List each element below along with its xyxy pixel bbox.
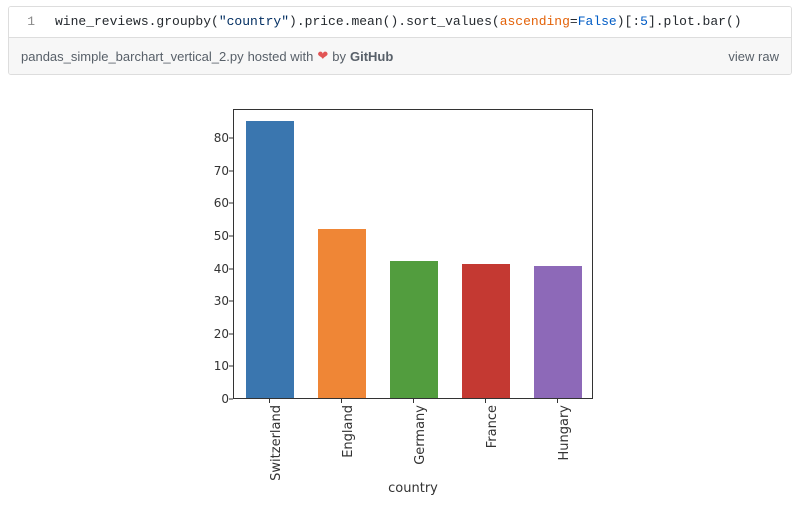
gist-meta-left: pandas_simple_barchart_vertical_2.py hos… bbox=[21, 48, 393, 64]
x-tick-label: Germany bbox=[413, 405, 428, 465]
x-tick-mark bbox=[485, 399, 486, 403]
x-tick-label: Switzerland bbox=[269, 405, 284, 481]
y-tick-mark bbox=[229, 268, 233, 269]
code-token-kwarg: ascending bbox=[500, 14, 570, 29]
x-tick-mark bbox=[413, 399, 414, 403]
code-token-string: "country" bbox=[219, 14, 289, 29]
heart-icon: ❤ bbox=[317, 48, 328, 64]
line-number: 1 bbox=[9, 7, 45, 37]
x-axis-label: country bbox=[233, 481, 593, 496]
x-tick-mark bbox=[269, 399, 270, 403]
bar bbox=[462, 264, 511, 398]
code-token-number: 5 bbox=[640, 14, 648, 29]
y-tick-label: 80 bbox=[185, 131, 229, 145]
y-tick-mark bbox=[229, 366, 233, 367]
bar bbox=[246, 121, 295, 398]
bar-chart: country 0 10 20 30 40 50 60 70 80 Switzerland Engl… bbox=[185, 103, 615, 523]
code-row: 1 wine_reviews.groupby("country").price.… bbox=[9, 7, 791, 37]
y-tick-label: 60 bbox=[185, 196, 229, 210]
gist-by: by bbox=[332, 49, 346, 64]
bar bbox=[534, 266, 583, 398]
y-tick-label: 40 bbox=[185, 262, 229, 276]
x-tick-label: France bbox=[485, 405, 500, 448]
code-token: ).price.mean().sort_values( bbox=[289, 14, 500, 29]
code-content: wine_reviews.groupby("country").price.me… bbox=[45, 7, 791, 37]
x-tick-label: England bbox=[341, 405, 356, 458]
plot-area bbox=[233, 109, 593, 399]
x-tick-mark bbox=[341, 399, 342, 403]
bar bbox=[318, 229, 367, 398]
chart-wrap: country 0 10 20 30 40 50 60 70 80 Switzerland Engl… bbox=[0, 103, 800, 523]
gist-meta: pandas_simple_barchart_vertical_2.py hos… bbox=[9, 37, 791, 74]
view-raw-link[interactable]: view raw bbox=[728, 49, 779, 64]
y-tick-label: 0 bbox=[185, 392, 229, 406]
y-tick-label: 20 bbox=[185, 327, 229, 341]
code-token: = bbox=[570, 14, 578, 29]
gist-container: 1 wine_reviews.groupby("country").price.… bbox=[8, 6, 792, 75]
x-tick-label: Hungary bbox=[557, 405, 572, 461]
y-tick-label: 30 bbox=[185, 294, 229, 308]
x-tick-mark bbox=[557, 399, 558, 403]
bar bbox=[390, 261, 439, 398]
y-tick-mark bbox=[229, 301, 233, 302]
y-tick-mark bbox=[229, 170, 233, 171]
y-tick-label: 70 bbox=[185, 164, 229, 178]
gist-github-link[interactable]: GitHub bbox=[350, 49, 393, 64]
code-token-const: False bbox=[578, 14, 617, 29]
gist-hosted-with: hosted with bbox=[248, 49, 314, 64]
y-tick-mark bbox=[229, 236, 233, 237]
code-token: ].plot.bar() bbox=[648, 14, 742, 29]
y-tick-mark bbox=[229, 333, 233, 334]
y-tick-mark bbox=[229, 203, 233, 204]
y-tick-mark bbox=[229, 138, 233, 139]
y-tick-mark bbox=[229, 399, 233, 400]
y-tick-label: 50 bbox=[185, 229, 229, 243]
y-tick-label: 10 bbox=[185, 359, 229, 373]
gist-filename-link[interactable]: pandas_simple_barchart_vertical_2.py bbox=[21, 49, 244, 64]
code-token: )[: bbox=[617, 14, 640, 29]
code-token: wine_reviews.groupby( bbox=[55, 14, 219, 29]
